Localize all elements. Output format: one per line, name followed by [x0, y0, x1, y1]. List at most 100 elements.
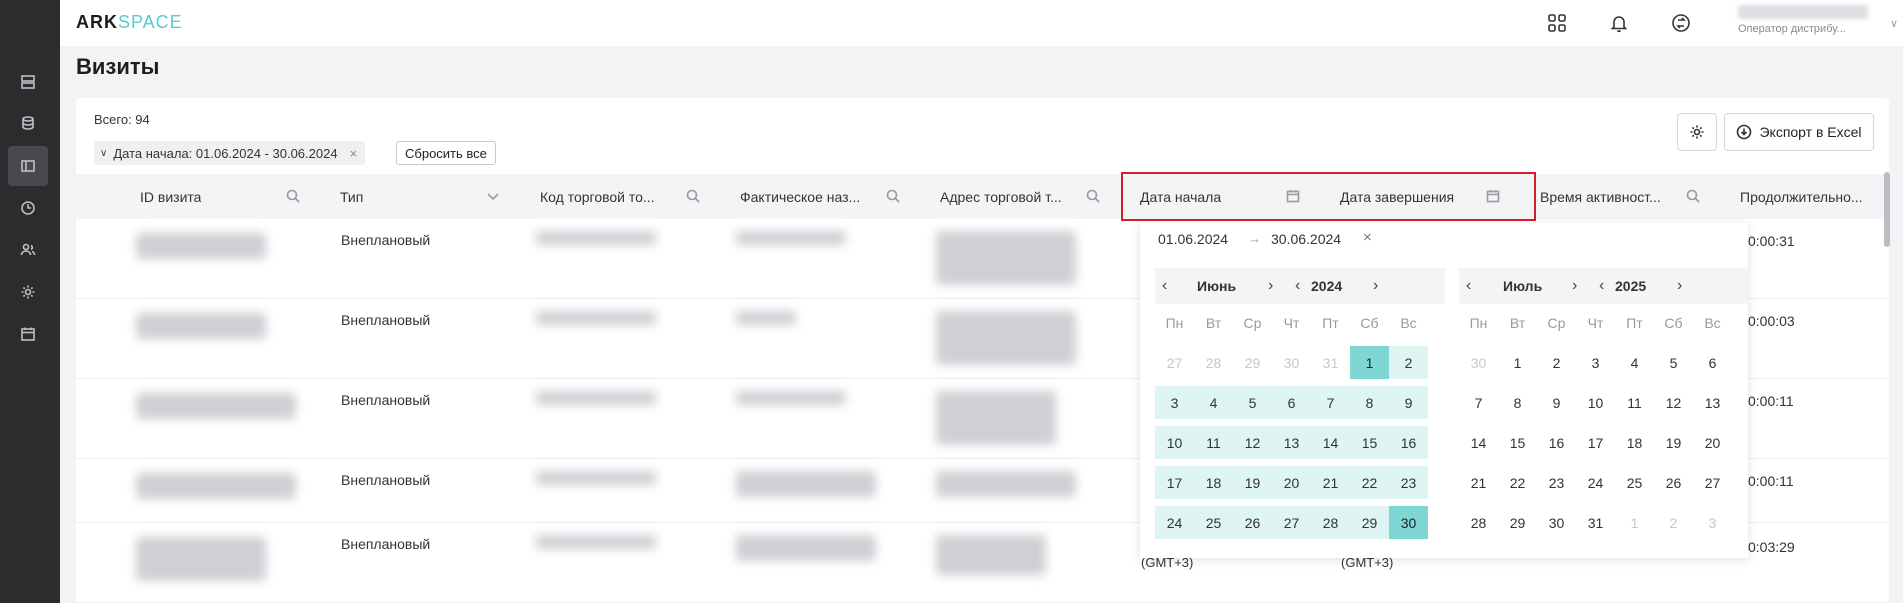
sidebar-item-calendar[interactable]: [8, 314, 48, 354]
calendar-day[interactable]: 3: [1576, 346, 1615, 379]
calendar-day[interactable]: 2: [1389, 346, 1428, 379]
calendar-day[interactable]: 1: [1498, 346, 1537, 379]
calendar-day[interactable]: 5: [1233, 386, 1272, 419]
calendar-day[interactable]: 25: [1194, 506, 1233, 539]
calendar-day[interactable]: 27: [1272, 506, 1311, 539]
reset-all-button[interactable]: Сбросить все: [396, 141, 496, 165]
calendar-day[interactable]: 27: [1155, 346, 1194, 379]
calendar-day[interactable]: 10: [1576, 386, 1615, 419]
calendar-day[interactable]: 15: [1350, 426, 1389, 459]
next-year-button[interactable]: ›: [1373, 268, 1378, 304]
apps-grid-button[interactable]: [1542, 8, 1572, 38]
calendar-day[interactable]: 4: [1194, 386, 1233, 419]
sidebar-item-users[interactable]: [8, 230, 48, 270]
search-icon[interactable]: [1086, 189, 1100, 206]
calendar-day[interactable]: 6: [1693, 346, 1732, 379]
calendar-day[interactable]: 14: [1459, 426, 1498, 459]
calendar-day[interactable]: 1: [1615, 506, 1654, 539]
column-outlet-address[interactable]: Адрес торговой т...: [940, 174, 1110, 219]
table-settings-button[interactable]: [1677, 113, 1717, 151]
sidebar-item-settings[interactable]: [8, 272, 48, 312]
calendar-day[interactable]: 8: [1350, 386, 1389, 419]
calendar-day[interactable]: 25: [1615, 466, 1654, 499]
calendar-day[interactable]: 26: [1654, 466, 1693, 499]
sidebar-item-routes[interactable]: [8, 62, 48, 102]
calendar-day[interactable]: 3: [1155, 386, 1194, 419]
calendar-day[interactable]: 11: [1615, 386, 1654, 419]
column-actual-name[interactable]: Фактическое наз...: [740, 174, 910, 219]
range-start-input[interactable]: 01.06.2024: [1158, 231, 1228, 247]
left-year-label[interactable]: 2024: [1311, 268, 1342, 304]
sidebar-item-reports[interactable]: [8, 188, 48, 228]
calendar-icon[interactable]: [1486, 189, 1500, 206]
calendar-day[interactable]: 30: [1272, 346, 1311, 379]
calendar-day[interactable]: 11: [1194, 426, 1233, 459]
calendar-day[interactable]: 22: [1498, 466, 1537, 499]
calendar-day[interactable]: 10: [1155, 426, 1194, 459]
calendar-day[interactable]: 3: [1693, 506, 1732, 539]
calendar-day[interactable]: 17: [1155, 466, 1194, 499]
column-visit-id[interactable]: ID визита: [140, 174, 310, 219]
calendar-day[interactable]: 20: [1693, 426, 1732, 459]
calendar-day[interactable]: 30: [1459, 346, 1498, 379]
next-month-button[interactable]: ›: [1572, 268, 1577, 304]
right-month-label[interactable]: Июль: [1503, 268, 1542, 304]
calendar-icon[interactable]: [1286, 189, 1300, 206]
right-year-label[interactable]: 2025: [1615, 268, 1646, 304]
calendar-day[interactable]: 29: [1233, 346, 1272, 379]
calendar-day[interactable]: 22: [1350, 466, 1389, 499]
calendar-day[interactable]: 24: [1155, 506, 1194, 539]
active-filter-chip[interactable]: ∨ Дата начала: 01.06.2024 - 30.06.2024 ×: [94, 141, 366, 165]
calendar-day[interactable]: 18: [1194, 466, 1233, 499]
calendar-day[interactable]: 8: [1498, 386, 1537, 419]
calendar-day[interactable]: 23: [1389, 466, 1428, 499]
calendar-day[interactable]: 12: [1233, 426, 1272, 459]
notifications-button[interactable]: [1604, 8, 1634, 38]
calendar-day[interactable]: 2: [1537, 346, 1576, 379]
calendar-day[interactable]: 14: [1311, 426, 1350, 459]
column-activity-time[interactable]: Время активност...: [1540, 174, 1710, 219]
calendar-day[interactable]: 29: [1350, 506, 1389, 539]
close-icon[interactable]: ×: [350, 146, 358, 161]
column-end-date[interactable]: Дата завершения: [1340, 174, 1510, 219]
next-year-button[interactable]: ›: [1677, 268, 1682, 304]
left-month-label[interactable]: Июнь: [1197, 268, 1236, 304]
calendar-day[interactable]: 4: [1615, 346, 1654, 379]
calendar-day[interactable]: 27: [1693, 466, 1732, 499]
calendar-day[interactable]: 6: [1272, 386, 1311, 419]
calendar-day[interactable]: 13: [1272, 426, 1311, 459]
column-type[interactable]: Тип: [340, 174, 510, 219]
search-icon[interactable]: [686, 189, 700, 206]
calendar-day[interactable]: 1: [1350, 346, 1389, 379]
calendar-day[interactable]: 19: [1654, 426, 1693, 459]
search-icon[interactable]: [886, 189, 900, 206]
calendar-day[interactable]: 12: [1654, 386, 1693, 419]
column-outlet-code[interactable]: Код торговой то...: [540, 174, 710, 219]
prev-year-button[interactable]: ‹: [1295, 268, 1300, 304]
search-icon[interactable]: [1686, 189, 1700, 206]
sync-button[interactable]: [1666, 8, 1696, 38]
sidebar-item-database[interactable]: [8, 103, 48, 143]
column-start-date[interactable]: Дата начала: [1140, 174, 1310, 219]
calendar-day[interactable]: 28: [1459, 506, 1498, 539]
calendar-day[interactable]: 31: [1576, 506, 1615, 539]
calendar-day[interactable]: 16: [1537, 426, 1576, 459]
clear-range-button[interactable]: ×: [1363, 229, 1372, 246]
search-icon[interactable]: [286, 189, 300, 206]
calendar-day[interactable]: 24: [1576, 466, 1615, 499]
calendar-day[interactable]: 30: [1537, 506, 1576, 539]
calendar-day[interactable]: 21: [1459, 466, 1498, 499]
calendar-day[interactable]: 23: [1537, 466, 1576, 499]
calendar-day[interactable]: 18: [1615, 426, 1654, 459]
logo[interactable]: ARKSPACE: [76, 12, 183, 33]
calendar-day[interactable]: 19: [1233, 466, 1272, 499]
calendar-day[interactable]: 9: [1389, 386, 1428, 419]
calendar-day[interactable]: 21: [1311, 466, 1350, 499]
calendar-day[interactable]: 20: [1272, 466, 1311, 499]
export-excel-button[interactable]: Экспорт в Excel: [1724, 113, 1874, 151]
calendar-day[interactable]: 2: [1654, 506, 1693, 539]
calendar-day[interactable]: 28: [1194, 346, 1233, 379]
sidebar-item-visits[interactable]: [8, 146, 48, 186]
chevron-down-icon[interactable]: [486, 189, 500, 206]
prev-month-button[interactable]: ‹: [1466, 268, 1471, 304]
